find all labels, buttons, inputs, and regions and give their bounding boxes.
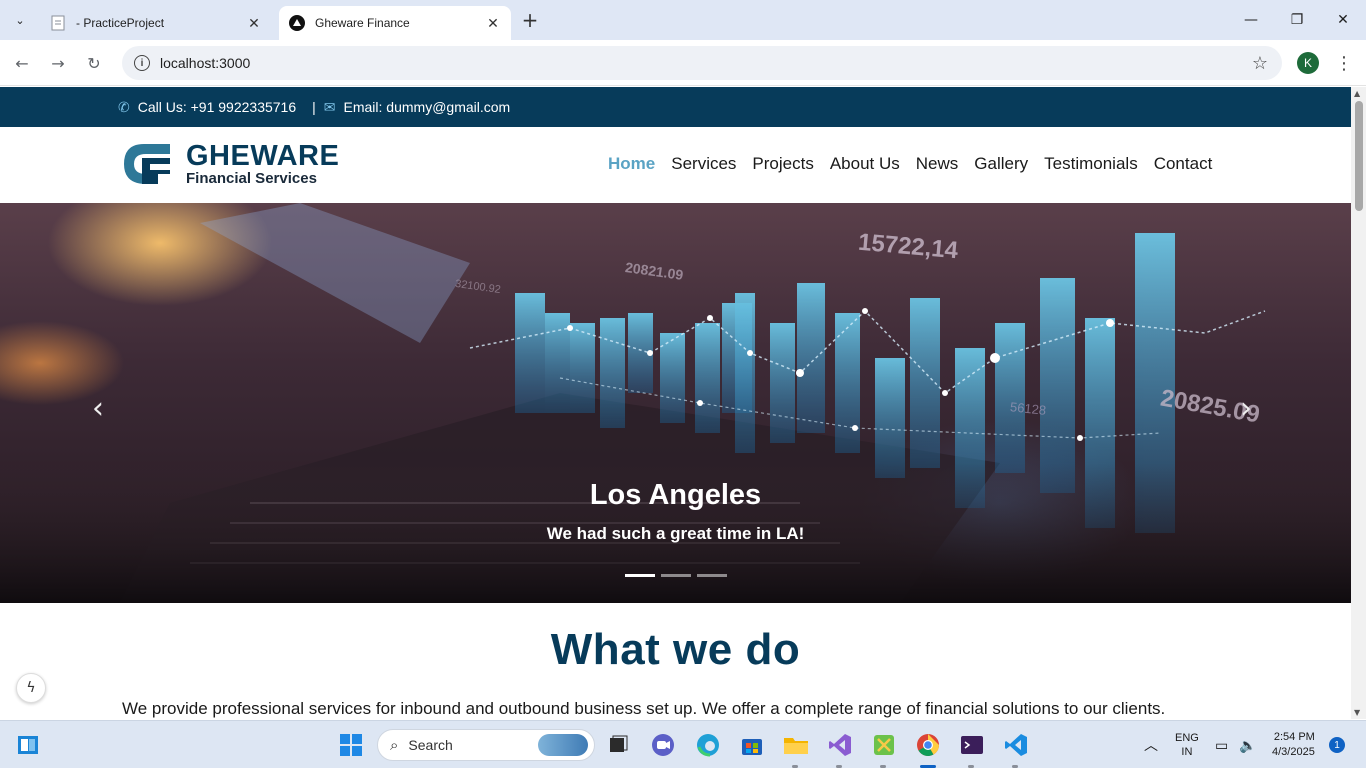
phone-contact[interactable]: ✆ Call Us: +91 9922335716 [118, 99, 296, 116]
network-icon[interactable]: ▭ [1215, 721, 1228, 769]
clock-time: 2:54 PM [1273, 731, 1315, 743]
volume-icon[interactable]: 🔈 [1239, 721, 1256, 769]
back-icon[interactable]: ← [10, 51, 34, 75]
page-scrollbar[interactable]: ▲ ▼ [1351, 87, 1366, 719]
search-placeholder: Search [408, 737, 453, 753]
logo-title: GHEWARE [186, 140, 340, 172]
nav-services[interactable]: Services [671, 154, 736, 174]
section-title: What we do [550, 625, 801, 674]
reload-icon[interactable]: ↻ [82, 51, 106, 75]
language-indicator[interactable]: ENG IN [1175, 721, 1199, 769]
email-text: Email: dummy@gmail.com [343, 99, 511, 115]
site-header: GHEWARE Financial Services Home Services… [0, 127, 1351, 203]
clock[interactable]: 2:54 PM 4/3/2025 [1272, 721, 1315, 769]
nav-gallery[interactable]: Gallery [974, 154, 1028, 174]
browser-tab-bar: ⌄ - PracticeProject ✕ Gheware Finance ✕ … [0, 0, 1366, 40]
site-info-icon[interactable]: i [134, 55, 150, 71]
scroll-down-icon[interactable]: ▼ [1354, 708, 1360, 717]
carousel-text: We had such a great time in LA! [546, 524, 805, 543]
tab-gheware-finance[interactable]: Gheware Finance ✕ [279, 6, 511, 40]
site-logo[interactable]: GHEWARE Financial Services [124, 141, 339, 187]
contact-topbar: ✆ Call Us: +91 9922335716 | ✉ Email: dum… [0, 87, 1351, 127]
vscode-icon[interactable] [1002, 731, 1030, 759]
section-text: We provide professional services for inb… [122, 699, 1166, 718]
page-viewport: ✆ Call Us: +91 9922335716 | ✉ Email: dum… [0, 87, 1351, 719]
widgets-icon[interactable] [14, 731, 42, 759]
nav-contact[interactable]: Contact [1154, 154, 1213, 174]
snipping-tool-icon[interactable] [870, 731, 898, 759]
carousel-next-icon[interactable]: › [1240, 391, 1252, 426]
windows-start-icon[interactable] [337, 731, 365, 759]
tab-title: Gheware Finance [315, 16, 410, 30]
chrome-icon[interactable] [914, 731, 942, 759]
carousel-heading: Los Angeles [589, 479, 762, 511]
envelope-icon: ✉ [323, 98, 336, 115]
email-contact[interactable]: ✉ Email: dummy@gmail.com [324, 99, 510, 116]
visual-studio-icon[interactable] [826, 731, 854, 759]
nextjs-icon [289, 15, 305, 31]
logo-subtitle: Financial Services [186, 170, 317, 187]
url-text: localhost:3000 [160, 55, 251, 71]
close-icon[interactable]: ✕ [246, 15, 262, 31]
tab-title: - PracticeProject [76, 16, 165, 30]
browser-toolbar: ← → ↻ i localhost:3000 ☆ K ⋮ [0, 40, 1366, 86]
phone-icon: ✆ [118, 98, 130, 115]
task-view-icon[interactable] [604, 731, 632, 759]
profile-avatar[interactable]: K [1297, 52, 1319, 74]
restore-button[interactable]: ❐ [1274, 0, 1320, 40]
carousel-indicator[interactable] [625, 574, 655, 577]
tab-practice-project[interactable]: - PracticeProject ✕ [40, 6, 272, 40]
terminal-icon[interactable] [958, 731, 986, 759]
new-tab-button[interactable]: + [518, 8, 542, 32]
window-close-button[interactable]: ✕ [1320, 0, 1366, 40]
show-hidden-icons[interactable]: ︿ [1144, 721, 1158, 769]
nav-about-us[interactable]: About Us [830, 154, 900, 174]
minimize-button[interactable]: — [1228, 0, 1274, 40]
file-explorer-icon[interactable] [782, 731, 810, 759]
microsoft-store-icon[interactable] [738, 731, 766, 759]
nav-projects[interactable]: Projects [752, 154, 813, 174]
document-icon [50, 15, 66, 31]
dev-tools-bolt-icon[interactable]: ϟ [16, 673, 46, 703]
notification-badge[interactable]: 1 [1329, 737, 1345, 753]
what-we-do-section: What we do We provide professional servi… [0, 603, 1351, 718]
scrollbar-thumb[interactable] [1355, 101, 1363, 211]
nav-home[interactable]: Home [608, 154, 655, 174]
main-nav: Home Services Projects About Us News Gal… [608, 154, 1212, 174]
hero-carousel: 15722,14 20821.09 32100.92 20825.09 5612… [0, 203, 1351, 603]
forward-icon[interactable]: → [46, 51, 70, 75]
edge-icon[interactable] [694, 731, 722, 759]
teams-meet-icon[interactable] [649, 731, 677, 759]
carousel-indicator[interactable] [697, 574, 727, 577]
carousel-prev-icon[interactable]: ‹ [92, 391, 104, 426]
chevron-up-icon: ︿ [1144, 737, 1158, 753]
language-code: ENG [1175, 732, 1199, 744]
search-icon: ⌕ [390, 736, 399, 754]
address-bar[interactable]: i localhost:3000 ☆ [122, 46, 1282, 80]
scroll-up-icon[interactable]: ▲ [1354, 89, 1360, 98]
topbar-separator: | [312, 99, 316, 115]
carousel-indicator[interactable] [661, 574, 691, 577]
logo-mark-icon [124, 142, 172, 186]
nav-testimonials[interactable]: Testimonials [1044, 154, 1138, 174]
region-code: IN [1181, 746, 1193, 758]
close-icon[interactable]: ✕ [485, 15, 501, 31]
taskbar-search[interactable]: ⌕ Search [377, 729, 595, 761]
search-highlight-image [538, 734, 588, 756]
browser-menu-icon[interactable]: ⋮ [1334, 51, 1354, 75]
tab-search-button[interactable]: ⌄ [8, 8, 32, 32]
nav-news[interactable]: News [916, 154, 959, 174]
phone-text: Call Us: +91 9922335716 [137, 99, 297, 115]
bookmark-star-icon[interactable]: ☆ [1252, 53, 1268, 74]
windows-taskbar: ⌕ Search ︿ ENG IN ▭ 🔈 2:54 PM 4/3/2025 1 [0, 720, 1366, 768]
carousel-indicators [625, 574, 727, 577]
clock-date: 4/3/2025 [1272, 746, 1315, 758]
